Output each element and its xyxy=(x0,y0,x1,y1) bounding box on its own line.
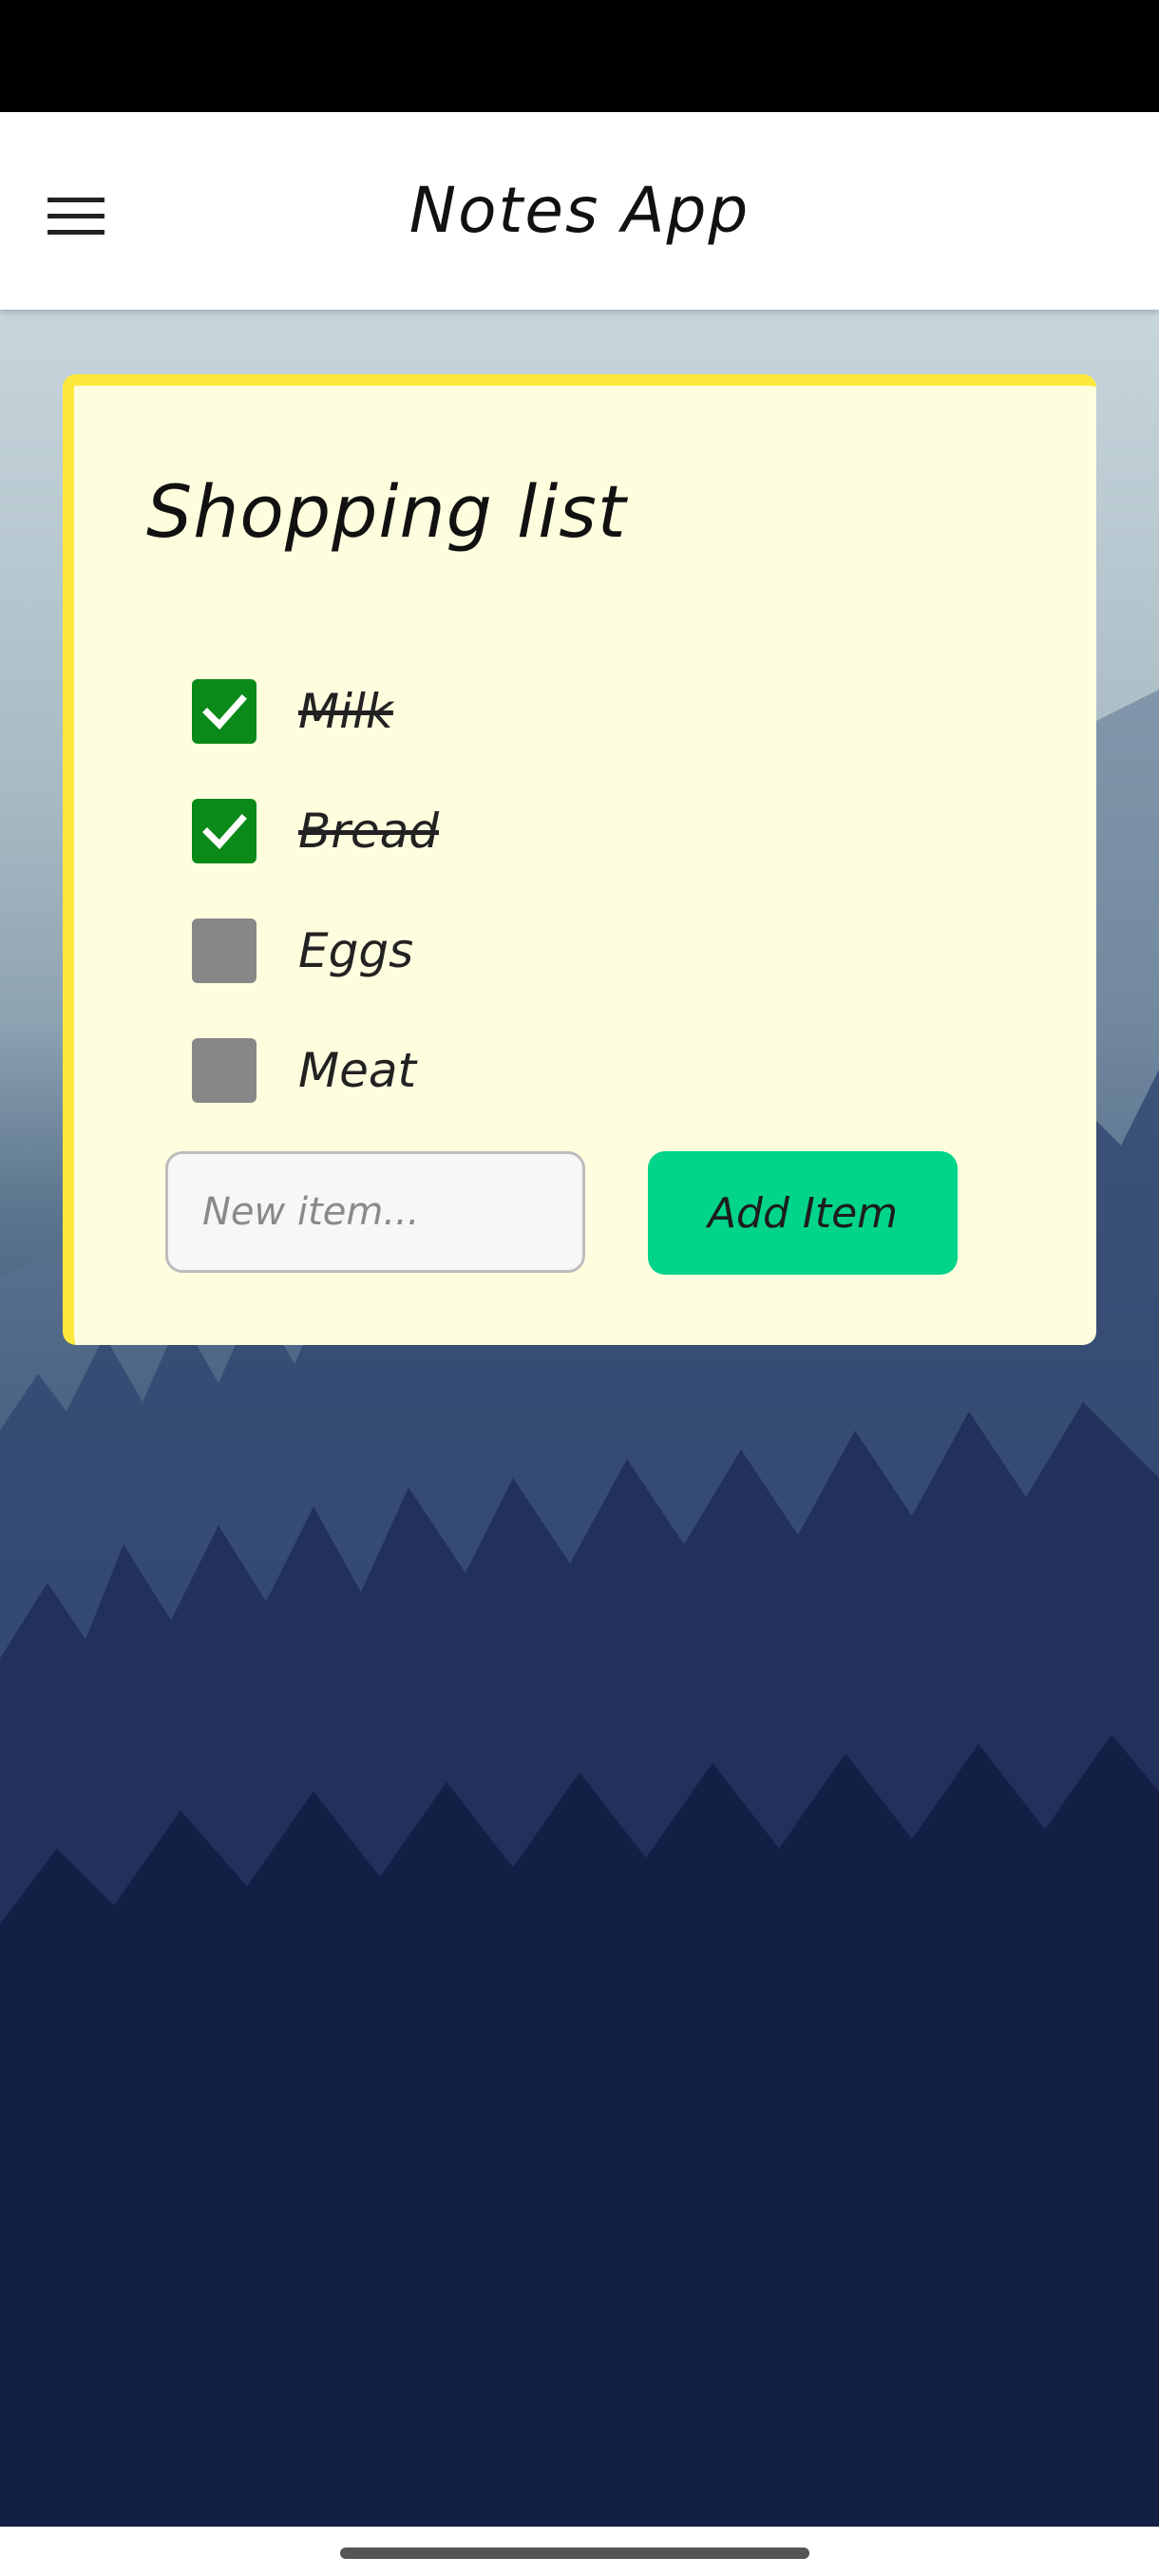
list-item: Bread xyxy=(192,771,439,891)
navigation-bar xyxy=(0,2527,1159,2576)
list-item: Eggs xyxy=(192,891,439,1011)
checkmark-icon xyxy=(202,814,247,850)
checkbox-unchecked[interactable] xyxy=(192,1038,256,1103)
shopping-list-note: Shopping list Milk Bread Eggs Meat New i… xyxy=(63,374,1096,1345)
item-label: Bread xyxy=(298,804,439,859)
list-item: Milk xyxy=(192,652,439,771)
app-bar: Notes App xyxy=(0,112,1159,310)
note-title: Shopping list xyxy=(146,469,627,554)
checkbox-unchecked[interactable] xyxy=(192,919,256,983)
status-bar xyxy=(0,0,1159,112)
checkbox-checked[interactable] xyxy=(192,799,256,863)
checkmark-icon xyxy=(202,694,247,730)
hamburger-menu-icon xyxy=(48,198,104,235)
add-item-button[interactable]: Add Item xyxy=(648,1151,958,1275)
new-item-input[interactable] xyxy=(165,1151,585,1273)
item-label: Meat xyxy=(298,1043,417,1098)
app-screen: Notes App Shopping list Milk Bread Eggs … xyxy=(0,0,1159,2576)
app-title: Notes App xyxy=(408,174,750,247)
item-label: Milk xyxy=(298,684,393,739)
hamburger-menu-button[interactable] xyxy=(28,169,124,264)
checklist: Milk Bread Eggs Meat xyxy=(192,652,439,1130)
item-label: Eggs xyxy=(298,923,414,978)
checkbox-checked[interactable] xyxy=(192,679,256,744)
list-item: Meat xyxy=(192,1011,439,1130)
home-gesture-handle[interactable] xyxy=(340,2548,809,2559)
